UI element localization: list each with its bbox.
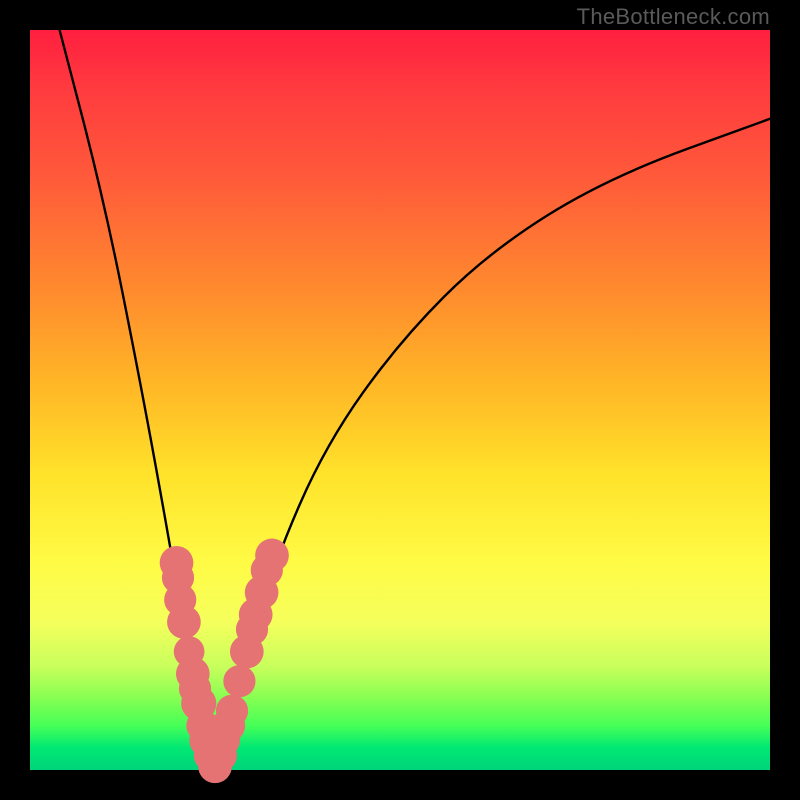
data-bead — [255, 539, 289, 573]
data-bead — [167, 605, 201, 639]
bottleneck-curve — [60, 30, 770, 764]
data-bead — [216, 695, 248, 727]
plot-area — [30, 30, 770, 770]
chart-frame: TheBottleneck.com — [0, 0, 800, 800]
watermark-text: TheBottleneck.com — [577, 4, 770, 30]
curve-svg — [30, 30, 770, 770]
data-bead — [223, 665, 255, 697]
data-beads — [160, 539, 289, 784]
